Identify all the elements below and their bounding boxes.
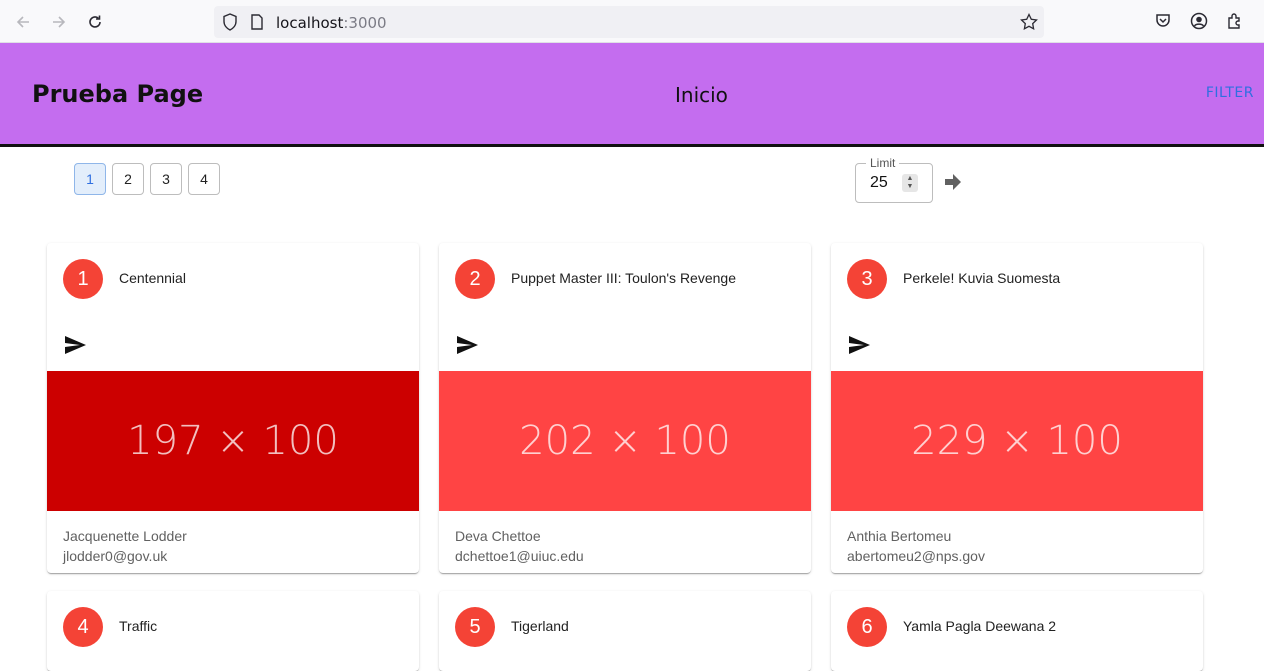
reload-icon[interactable]: [84, 11, 106, 33]
pagination: 1 2 3 4: [74, 163, 220, 195]
limit-label: Limit: [866, 156, 900, 170]
avatar: 1: [63, 259, 103, 299]
filter-button[interactable]: FILTER: [1206, 85, 1254, 101]
card-email: jlodder0@gov.uk: [63, 548, 168, 564]
card-image: 229 × 100: [831, 371, 1203, 511]
page-button-3[interactable]: 3: [150, 163, 182, 195]
app-title: Prueba Page: [32, 80, 204, 108]
url-host: localhost: [276, 14, 344, 32]
card-owner: Anthia Bertomeu: [847, 528, 952, 544]
arrow-left-icon[interactable]: [12, 11, 34, 33]
url-text: localhost:3000: [276, 14, 387, 32]
limit-stepper[interactable]: ▲ ▼: [902, 174, 918, 192]
page-button-2[interactable]: 2: [112, 163, 144, 195]
send-icon[interactable]: [847, 333, 871, 357]
browser-toolbar: localhost:3000: [0, 0, 1264, 43]
limit-field[interactable]: Limit 25 ▲ ▼: [855, 156, 933, 203]
url-bar[interactable]: localhost:3000: [214, 6, 1044, 38]
page-button-1[interactable]: 1: [74, 163, 106, 195]
card: 6 Yamla Pagla Deewana 2: [831, 591, 1203, 671]
card-image: 197 × 100: [47, 371, 419, 511]
avatar: 2: [455, 259, 495, 299]
card: 3 Perkele! Kuvia Suomesta 229 × 100 Anth…: [831, 243, 1203, 573]
nav-link-inicio[interactable]: Inicio: [675, 83, 728, 107]
card-header: 1 Centennial: [47, 243, 419, 315]
card-header: 2 Puppet Master III: Toulon's Revenge: [439, 243, 811, 315]
card-header: 4 Traffic: [47, 591, 419, 663]
card: 5 Tigerland: [439, 591, 811, 671]
card-title: Puppet Master III: Toulon's Revenge: [511, 270, 736, 286]
card-owner: Jacquenette Lodder: [63, 528, 187, 544]
card-title: Yamla Pagla Deewana 2: [903, 618, 1057, 634]
avatar: 3: [847, 259, 887, 299]
page-button-4[interactable]: 4: [188, 163, 220, 195]
card-title: Perkele! Kuvia Suomesta: [903, 270, 1061, 286]
card-email: dchettoe1@uiuc.edu: [455, 548, 584, 564]
account-icon[interactable]: [1189, 11, 1209, 31]
pocket-icon[interactable]: [1153, 11, 1173, 31]
avatar: 6: [847, 607, 887, 647]
card: 1 Centennial 197 × 100 Jacquenette Lodde…: [47, 243, 419, 573]
card-header: 3 Perkele! Kuvia Suomesta: [831, 243, 1203, 315]
card-image: 202 × 100: [439, 371, 811, 511]
send-icon[interactable]: [63, 333, 87, 357]
card: 4 Traffic: [47, 591, 419, 671]
avatar: 4: [63, 607, 103, 647]
card-email: abertomeu2@nps.gov: [847, 548, 985, 564]
card-header: 5 Tigerland: [439, 591, 811, 663]
url-port: :3000: [343, 14, 387, 32]
limit-value[interactable]: 25: [870, 174, 888, 192]
shield-icon[interactable]: [222, 13, 238, 36]
card-header: 6 Yamla Pagla Deewana 2: [831, 591, 1203, 663]
card-title: Traffic: [119, 618, 158, 634]
send-icon[interactable]: [455, 333, 479, 357]
extensions-icon[interactable]: [1225, 11, 1245, 31]
chevron-down-icon[interactable]: ▼: [907, 183, 914, 191]
arrow-right-icon[interactable]: [48, 11, 70, 33]
card-title: Tigerland: [511, 618, 569, 634]
page-icon[interactable]: [250, 14, 264, 35]
star-icon[interactable]: [1020, 12, 1038, 36]
card: 2 Puppet Master III: Toulon's Revenge 20…: [439, 243, 811, 573]
avatar: 5: [455, 607, 495, 647]
app-header: Prueba Page Inicio FILTER: [0, 43, 1264, 147]
card-title: Centennial: [119, 270, 186, 286]
chevron-up-icon[interactable]: ▲: [907, 175, 914, 183]
arrow-go-icon[interactable]: [944, 173, 964, 193]
card-owner: Deva Chettoe: [455, 528, 541, 544]
